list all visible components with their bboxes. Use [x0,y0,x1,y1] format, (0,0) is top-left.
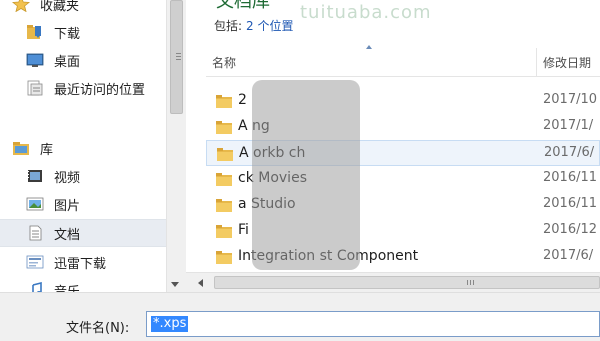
nav-item-label: 库 [40,143,54,158]
column-header-row: 名称 修改日期 [206,48,600,77]
file-list-pane: 文档库 包括:2 个位置 名称 修改日期 2 2017/10 A ng 2017… [186,0,600,292]
file-date: 2016/11 [543,196,598,211]
file-date: 2016/11 [543,170,598,185]
nav-item-pictures[interactable]: 图片 [0,191,166,217]
file-date: 2017/1/ [543,118,594,133]
includes-label: 包括: [214,19,243,33]
watermark: tuituaba.com [300,2,432,23]
nav-item-downloads[interactable]: 下载 [0,19,166,45]
folder-icon [216,251,232,264]
nav-item-label: 桌面 [54,55,81,70]
nav-item-label: 视频 [54,171,81,186]
nav-item-label: 迅雷下载 [54,257,107,272]
scroll-left-arrow-icon[interactable] [198,279,203,287]
includes-locations-link[interactable]: 2 个位置 [246,19,293,33]
file-name: Fi [238,222,249,238]
file-list-horizontal-scrollbar[interactable] [186,272,600,292]
library-icon [12,140,30,156]
desktop-icon [26,52,44,68]
file-name: 2 [238,92,247,108]
grip-icon [176,53,181,54]
nav-item-label: 下载 [54,27,81,42]
library-includes: 包括: 2 个位置 [214,17,294,34]
download-folder-icon [26,24,44,40]
column-divider[interactable] [536,48,537,76]
nav-item-music[interactable]: 音乐 [0,277,166,292]
nav-vertical-scrollbar[interactable] [166,0,186,292]
file-date: 2016/12 [543,222,598,237]
nav-item-recent-places[interactable]: 最近访问的位置 [0,75,166,101]
thunder-download-icon [26,254,44,270]
nav-item-libraries[interactable]: 库 [0,135,166,161]
obscuring-overlay [252,80,360,270]
navigation-pane: 收藏夹 下载 桌面 最近访问的位置 库 视频 图片 文档 迅雷下载 [0,0,186,292]
folder-icon [216,95,232,108]
folder-icon [217,148,233,161]
nav-item-label: 文档 [54,228,81,243]
filename-label: 文件名(N): [66,321,130,336]
folder-icon [216,225,232,238]
video-library-icon [26,168,44,184]
nav-item-videos[interactable]: 视频 [0,163,166,189]
nav-item-label: 音乐 [54,281,80,292]
file-date: 2017/6/ [544,145,595,160]
star-icon [11,0,31,13]
scroll-down-arrow-icon[interactable] [171,282,179,287]
library-title: 文档库 [216,0,270,12]
scrollbar-thumb[interactable] [170,0,183,114]
scrollbar-thumb[interactable] [214,276,600,289]
nav-item-favorites[interactable]: 收藏夹 [0,0,166,17]
recent-places-icon [26,80,44,96]
column-header-name[interactable]: 名称 [212,54,236,71]
nav-item-label: 收藏夹 [40,0,80,14]
file-date: 2017/10 [543,92,598,107]
pictures-library-icon [26,196,44,212]
folder-icon [216,173,232,186]
column-header-date-modified[interactable]: 修改日期 [543,54,591,71]
nav-item-desktop[interactable]: 桌面 [0,47,166,73]
folder-icon [216,199,232,212]
filename-bar: 文件名(N): *.xps [0,292,600,341]
grip-icon [467,280,468,285]
filename-input-value: *.xps [151,316,189,332]
folder-icon [216,121,232,134]
nav-item-thunder-downloads[interactable]: 迅雷下载 [0,249,166,275]
music-library-icon [26,281,44,292]
nav-item-documents[interactable]: 文档 [0,219,166,247]
file-date: 2017/6/ [543,248,594,263]
nav-item-label: 图片 [54,199,81,214]
documents-library-icon [26,225,44,241]
nav-item-label: 最近访问的位置 [54,83,146,98]
filename-input[interactable]: *.xps [146,311,600,337]
